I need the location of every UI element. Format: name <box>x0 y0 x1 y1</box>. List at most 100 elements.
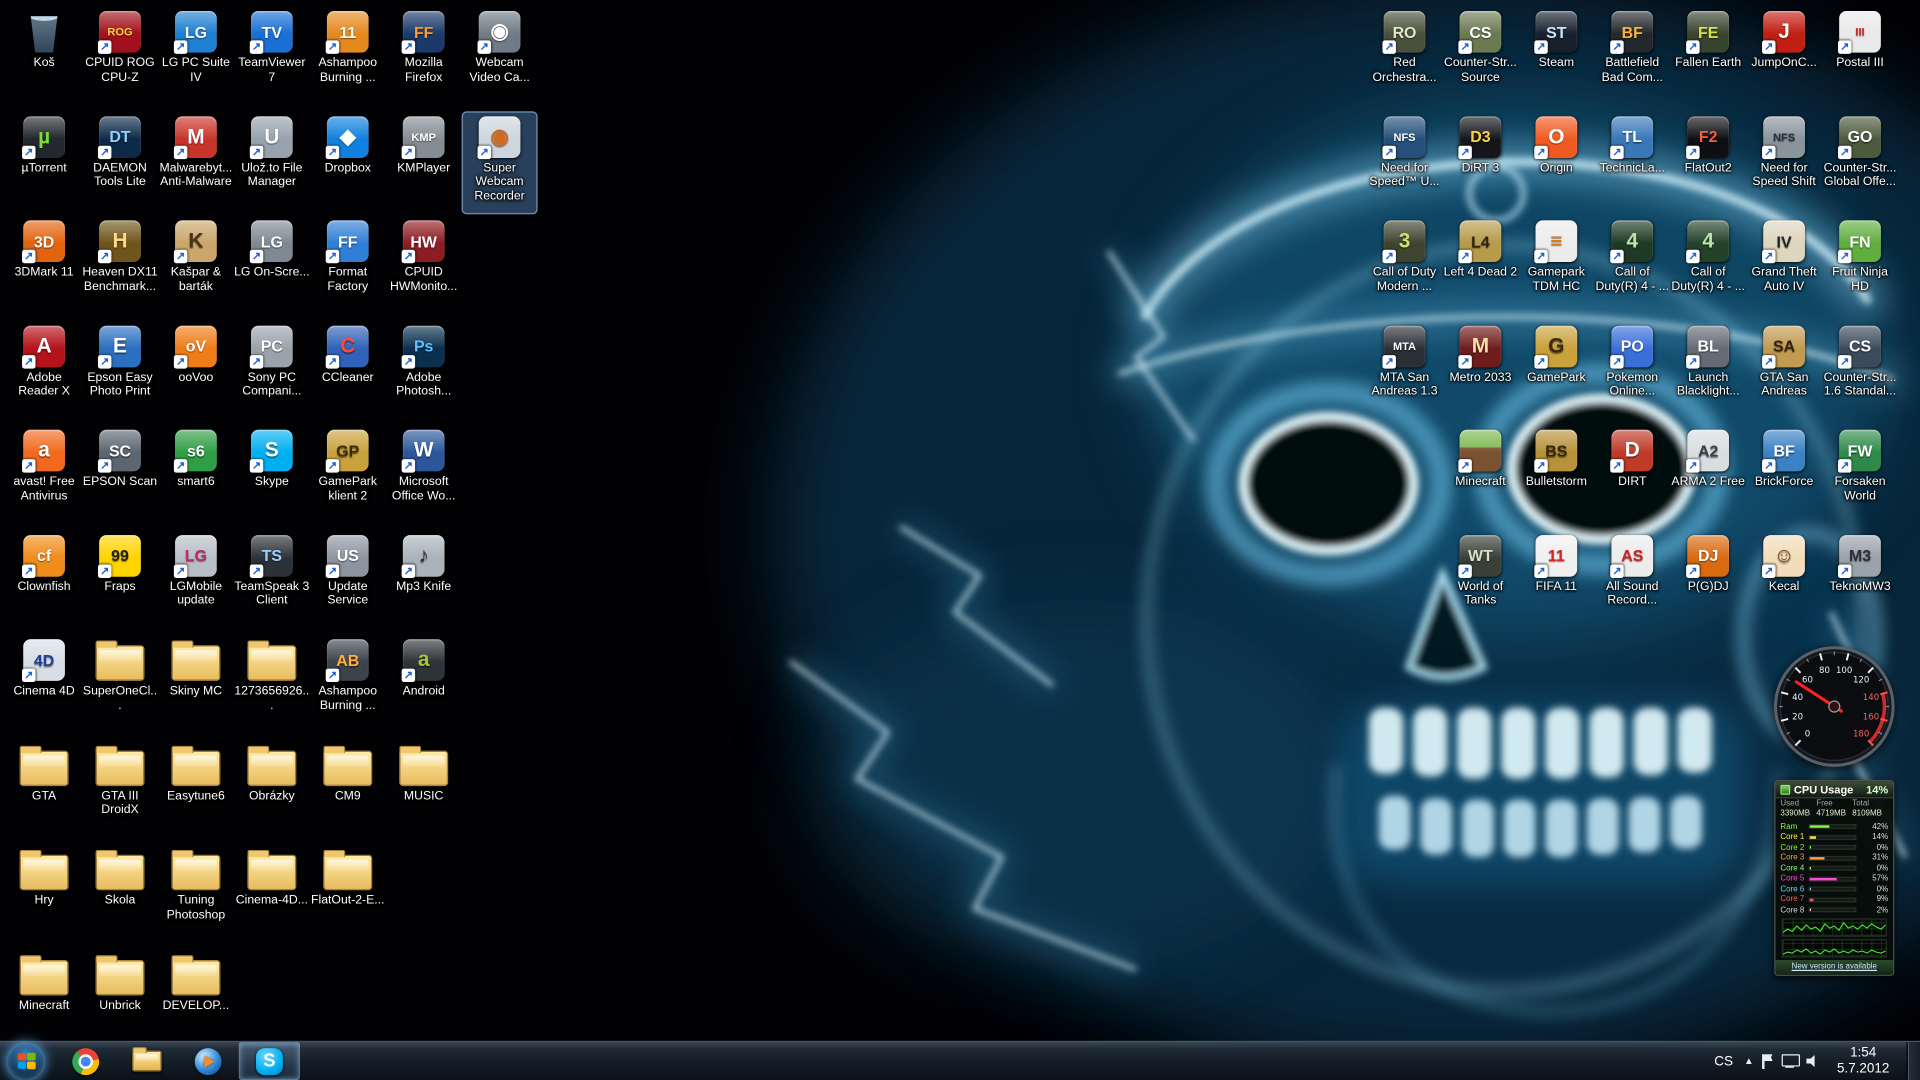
desktop-icon-gamepark-klient-2[interactable]: GP↗GamePark klient 2 <box>311 426 384 526</box>
desktop-icon-3dmark-11[interactable]: 3D↗3DMark 11 <box>7 217 80 317</box>
desktop-icon-counter-str-source[interactable]: CS↗Counter-Str... Source <box>1444 7 1517 107</box>
new-version-link[interactable]: New version is available <box>1776 959 1894 974</box>
desktop-icon-lgmobile-update[interactable]: LG↗LGMobile update <box>159 531 232 631</box>
desktop-icon-minecraft[interactable]: ↗Minecraft <box>1444 426 1517 526</box>
desktop-icon-left-4-dead-2[interactable]: L4↗Left 4 Dead 2 <box>1444 217 1517 317</box>
cpu-meter-gadget[interactable]: CPU Usage 14% Used Free Total 3390MB 471… <box>1774 780 1894 975</box>
desktop-icon-cinema-4d[interactable]: 4D↗Cinema 4D <box>7 636 80 736</box>
desktop-icon-mp3-knife[interactable]: ♪↗Mp3 Knife <box>387 531 460 631</box>
desktop-icon-fruit-ninja-hd[interactable]: FN↗Fruit Ninja HD <box>1823 217 1896 317</box>
desktop-icon-flatout-2-e[interactable]: FlatOut-2-E... <box>311 845 384 945</box>
desktop-icon-need-for-speed-shift[interactable]: NFS↗Need for Speed Shift <box>1747 112 1820 212</box>
show-desktop-button[interactable] <box>1907 1041 1920 1080</box>
desktop-icon-jumponc[interactable]: J↗JumpOnC... <box>1747 7 1820 107</box>
desktop-icon-battlefield-bad-com[interactable]: BF↗Battlefield Bad Com... <box>1596 7 1669 107</box>
desktop-icon-cpuid-rog-cpu-z[interactable]: ROG↗CPUID ROG CPU-Z <box>83 7 156 107</box>
desktop-icon-flatout2[interactable]: F2↗FlatOut2 <box>1671 112 1744 212</box>
desktop-icon-format-factory[interactable]: FF↗Format Factory <box>311 217 384 317</box>
desktop-icon-lg-pc-suite-iv[interactable]: LG↗LG PC Suite IV <box>159 7 232 107</box>
desktop-icon-all-sound-record[interactable]: AS↗All Sound Record... <box>1596 531 1669 631</box>
desktop-icon-minecraft[interactable]: Minecraft <box>7 950 80 1050</box>
volume-icon[interactable] <box>1806 1054 1819 1067</box>
desktop-icon-adobe-photosh[interactable]: Ps↗Adobe Photosh... <box>387 321 460 421</box>
desktop-icon-hry[interactable]: Hry <box>7 845 80 945</box>
desktop-icon-brickforce[interactable]: BF↗BrickForce <box>1747 426 1820 526</box>
desktop-icon-ko[interactable]: Koš <box>7 7 80 107</box>
desktop-icon-fraps[interactable]: 99↗Fraps <box>83 531 156 631</box>
desktop-icon-dirt-3[interactable]: D3↗DiRT 3 <box>1444 112 1517 212</box>
desktop-icon-teamviewer-7[interactable]: TV↗TeamViewer 7 <box>235 7 308 107</box>
desktop-icon-launch-blacklight[interactable]: BL↗Launch Blacklight... <box>1671 321 1744 421</box>
desktop-icon-unbrick[interactable]: Unbrick <box>83 950 156 1050</box>
clock[interactable]: 1:54 5.7.2012 <box>1828 1045 1898 1077</box>
desktop-icon-microsoft-office-wo[interactable]: W↗Microsoft Office Wo... <box>387 426 460 526</box>
desktop-icon-oovoo[interactable]: oV↗ooVoo <box>159 321 232 421</box>
desktop-icon-torrent[interactable]: µ↗µTorrent <box>7 112 80 212</box>
desktop-icon-gta-iii-droidx[interactable]: GTA III DroidX <box>83 740 156 840</box>
show-hidden-icons-button[interactable]: ▲ <box>1744 1056 1754 1067</box>
desktop-icon-counter-str-global-offe[interactable]: GO↗Counter-Str... Global Offe... <box>1823 112 1896 212</box>
desktop-icon-ulo-to-file-manager[interactable]: U↗Ulož.to File Manager <box>235 112 308 212</box>
desktop-icon-1273656926[interactable]: 1273656926... <box>235 636 308 736</box>
desktop-icon-superonecl[interactable]: SuperOneCl... <box>83 636 156 736</box>
desktop-icon-fallen-earth[interactable]: FE↗Fallen Earth <box>1671 7 1744 107</box>
desktop-icon-cpuid-hwmonito[interactable]: HW↗CPUID HWMonito... <box>387 217 460 317</box>
desktop-icon-kmplayer[interactable]: KMP↗KMPlayer <box>387 112 460 212</box>
desktop-icon-ka-par-bart-k[interactable]: K↗Kašpar & barták <box>159 217 232 317</box>
desktop-icon-skiny-mc[interactable]: Skiny MC <box>159 636 232 736</box>
desktop-icon-gamepark-tdm-hc[interactable]: ≡↗Gamepark TDM HC <box>1520 217 1593 317</box>
desktop-icon-cinema-4d[interactable]: Cinema-4D... <box>235 845 308 945</box>
network-icon[interactable] <box>1782 1054 1798 1067</box>
language-indicator[interactable]: CS <box>1712 1054 1736 1069</box>
desktop-icon-smart6[interactable]: s6↗smart6 <box>159 426 232 526</box>
speedometer-gadget[interactable]: 020406080100120140160180 <box>1773 645 1895 767</box>
desktop-icon-origin[interactable]: O↗Origin <box>1520 112 1593 212</box>
desktop-icon-avast-free-antivirus[interactable]: a↗avast! Free Antivirus <box>7 426 80 526</box>
desktop-icon-malwarebyt-anti-malware[interactable]: M↗Malwarebyt... Anti-Malware <box>159 112 232 212</box>
desktop-icon-kecal[interactable]: ☺↗Kecal <box>1747 531 1820 631</box>
taskbar-button-skype[interactable]: S <box>239 1042 300 1080</box>
action-center-flag-icon[interactable] <box>1762 1054 1773 1069</box>
desktop-icon-super-webcam-recorder[interactable]: ◉↗Super Webcam Recorder <box>463 112 536 212</box>
desktop-icon-ccleaner[interactable]: C↗CCleaner <box>311 321 384 421</box>
desktop-icon-fifa-11[interactable]: 11↗FIFA 11 <box>1520 531 1593 631</box>
desktop-icon-arma-2-free[interactable]: A2↗ARMA 2 Free <box>1671 426 1744 526</box>
desktop-icon-dropbox[interactable]: ◆↗Dropbox <box>311 112 384 212</box>
desktop-icon-adobe-reader-x[interactable]: A↗Adobe Reader X <box>7 321 80 421</box>
desktop-icon-android[interactable]: a↗Android <box>387 636 460 736</box>
desktop-icon-bulletstorm[interactable]: BS↗Bulletstorm <box>1520 426 1593 526</box>
desktop-icon-gta[interactable]: GTA <box>7 740 80 840</box>
desktop-icon-technicla[interactable]: TL↗TechnicLa... <box>1596 112 1669 212</box>
desktop-icon-obr-zky[interactable]: Obrázky <box>235 740 308 840</box>
start-button[interactable] <box>6 1041 45 1080</box>
desktop-icon-forsaken-world[interactable]: FW↗Forsaken World <box>1823 426 1896 526</box>
desktop-icon-metro-2033[interactable]: M↗Metro 2033 <box>1444 321 1517 421</box>
desktop-icon-daemon-tools-lite[interactable]: DT↗DAEMON Tools Lite <box>83 112 156 212</box>
desktop-icon-music[interactable]: MUSIC <box>387 740 460 840</box>
desktop-icon-clownfish[interactable]: cf↗Clownfish <box>7 531 80 631</box>
desktop-icon-kola[interactable]: Škola <box>83 845 156 945</box>
desktop-icon-ashampoo-burning[interactable]: AB↗Ashampoo Burning ... <box>311 636 384 736</box>
desktop-icon-develop[interactable]: DEVELOP... <box>159 950 232 1050</box>
taskbar-button-explorer[interactable] <box>116 1042 177 1080</box>
desktop-icon-mozilla-firefox[interactable]: FF↗Mozilla Firefox <box>387 7 460 107</box>
desktop-icon-teknomw3[interactable]: M3↗TeknoMW3 <box>1823 531 1896 631</box>
desktop-icon-postal-iii[interactable]: III↗Postal III <box>1823 7 1896 107</box>
desktop-icon-gta-san-andreas[interactable]: SA↗GTA San Andreas <box>1747 321 1820 421</box>
desktop-icon-world-of-tanks[interactable]: WT↗World of Tanks <box>1444 531 1517 631</box>
desktop-icon-red-orchestra[interactable]: RO↗Red Orchestra... <box>1368 7 1441 107</box>
desktop-icon-epson-easy-photo-print[interactable]: E↗Epson Easy Photo Print <box>83 321 156 421</box>
desktop-icon-epson-scan[interactable]: SC↗EPSON Scan <box>83 426 156 526</box>
desktop-icon-update-service[interactable]: US↗Update Service <box>311 531 384 631</box>
desktop-icon-steam[interactable]: ST↗Steam <box>1520 7 1593 107</box>
desktop-icon-skype[interactable]: S↗Skype <box>235 426 308 526</box>
desktop-icon-pokemon-online[interactable]: PO↗Pokemon Online... <box>1596 321 1669 421</box>
desktop-icon-call-of-duty-r-4[interactable]: 4↗Call of Duty(R) 4 - ... <box>1671 217 1744 317</box>
desktop-icon-dirt[interactable]: D↗DIRT <box>1596 426 1669 526</box>
desktop-icon-call-of-duty-modern[interactable]: 3↗Call of Duty Modern ... <box>1368 217 1441 317</box>
desktop-icon-cm9[interactable]: CM9 <box>311 740 384 840</box>
taskbar-button-chrome[interactable] <box>55 1042 116 1080</box>
desktop-icon-gamepark[interactable]: G↗GamePark <box>1520 321 1593 421</box>
desktop-icon-grand-theft-auto-iv[interactable]: IV↗Grand Theft Auto IV <box>1747 217 1820 317</box>
desktop-icon-mta-san-andreas-1-3[interactable]: MTA↗MTA San Andreas 1.3 <box>1368 321 1441 421</box>
